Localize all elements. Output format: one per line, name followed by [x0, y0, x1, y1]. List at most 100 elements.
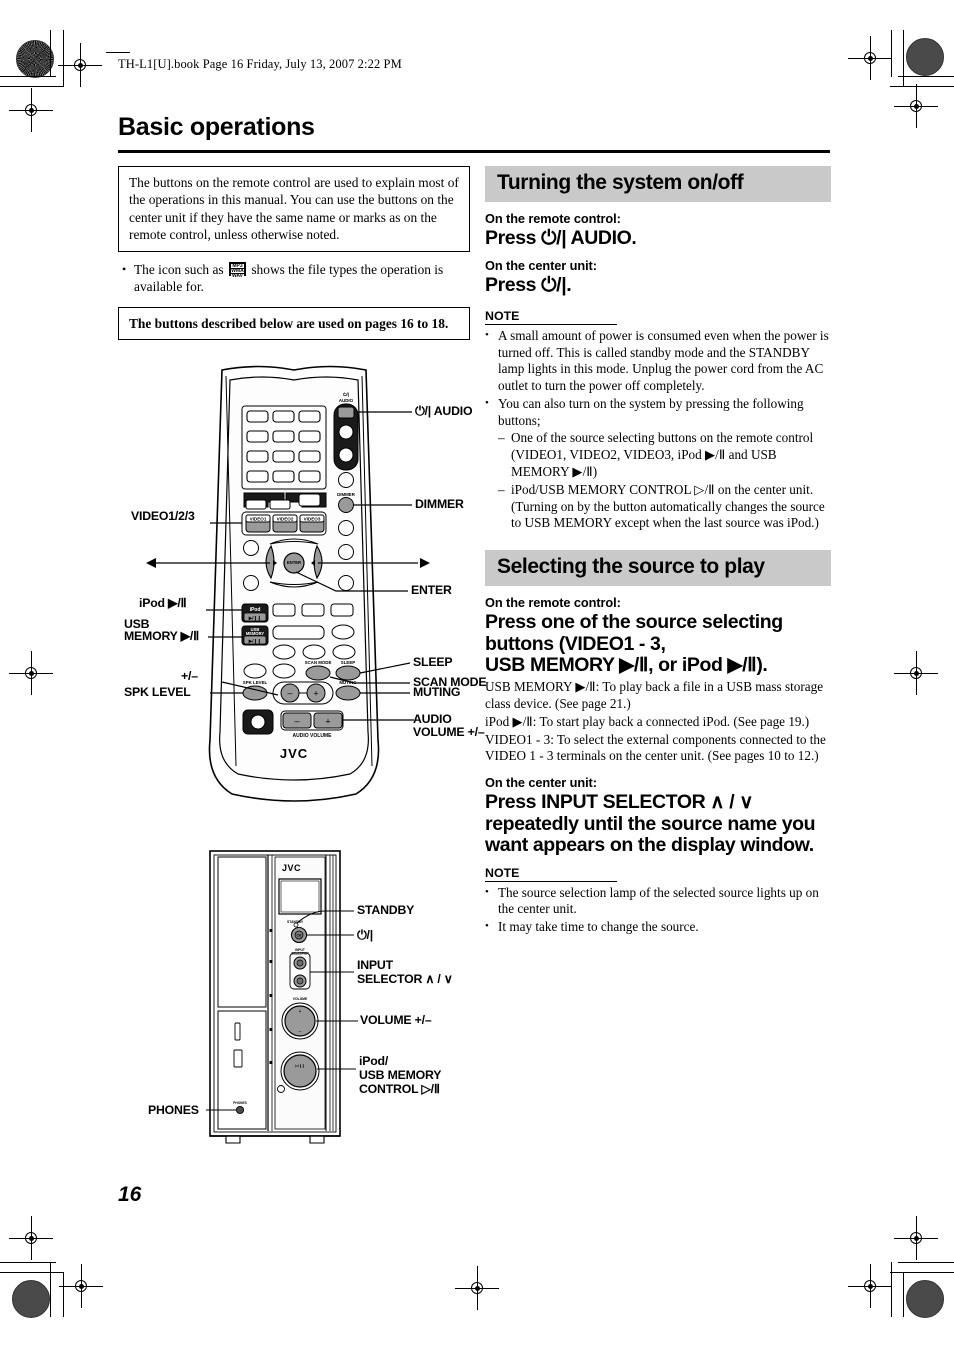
callout-phones: PHONES	[148, 1103, 199, 1117]
callout-power-audio: ⏻/| AUDIO	[415, 404, 473, 418]
note-list-2: • The source selection lamp of the selec…	[485, 885, 831, 936]
note-list-1: • A small amount of power is consumed ev…	[485, 328, 831, 532]
svg-text:PHONES: PHONES	[233, 1101, 246, 1105]
note-item: • You can also turn on the system by pre…	[485, 396, 831, 532]
bullet-glyph: •	[485, 328, 489, 341]
crop-line	[898, 76, 954, 77]
note-subitem: – One of the source selecting buttons on…	[498, 430, 831, 480]
svg-text:SCAN MODE: SCAN MODE	[305, 660, 332, 665]
callout-sleep: SLEEP	[413, 655, 453, 669]
registration-mark	[9, 651, 53, 695]
crop-line	[0, 76, 56, 77]
running-head: TH-L1[U].book Page 16 Friday, July 13, 2…	[106, 52, 402, 72]
intro-box: The buttons on the remote control are us…	[118, 166, 470, 252]
body-ipod: iPod ▶/Ⅱ: To start play back a connected…	[485, 713, 810, 729]
right-column: Turning the system on/off On the remote …	[485, 166, 831, 936]
crop-line	[50, 30, 51, 77]
density-patch-top-right	[906, 38, 944, 76]
note-divider-2	[485, 880, 617, 882]
crop-line	[903, 1272, 904, 1317]
crop-line	[898, 1262, 954, 1263]
instruction-input-selector-line2: repeatedly until the source name you	[485, 812, 816, 835]
note-item: • It may take time to change the source.	[485, 919, 831, 936]
svg-text:+: +	[313, 689, 318, 699]
registration-mark	[894, 84, 938, 128]
note-text: The source selection lamp of the selecte…	[498, 884, 819, 917]
callout-control: CONTROL ▷/Ⅱ	[359, 1082, 440, 1096]
svg-text:AUDIO: AUDIO	[339, 398, 354, 403]
crop-line	[50, 1262, 51, 1317]
icon-line-wav: WAV	[230, 272, 245, 279]
density-patch-bottom-right	[906, 1280, 944, 1318]
density-patch-bottom-left	[12, 1280, 50, 1318]
callout-volume: VOLUME +/–	[360, 1013, 432, 1027]
body-usb-memory: USB MEMORY ▶/Ⅱ: To play back a file in a…	[485, 679, 824, 712]
instruction-press-power: Press ⏻/|.	[485, 274, 572, 297]
registration-mark	[59, 1264, 103, 1308]
pages-note-box: The buttons described below are used on …	[118, 306, 470, 340]
crop-line	[0, 86, 64, 87]
crop-line	[890, 1272, 954, 1273]
page-title: Basic operations	[118, 113, 315, 141]
svg-text:VIDEO2: VIDEO2	[277, 517, 294, 522]
running-head-text: TH-L1[U].book Page 16 Friday, July 13, 2…	[118, 57, 402, 71]
svg-text:+: +	[325, 717, 330, 727]
bullet-glyph: •	[122, 261, 127, 276]
svg-text:▷/❙❙: ▷/❙❙	[294, 1064, 304, 1068]
bullet-glyph: •	[485, 920, 489, 933]
svg-text:MEMORY: MEMORY	[246, 631, 265, 636]
svg-text:⏻/|: ⏻/|	[297, 933, 302, 937]
crop-line	[903, 30, 904, 87]
section-heading-selecting-source: Selecting the source to play	[485, 550, 831, 587]
instruction-press-audio: Press ⏻/| AUDIO.	[485, 227, 637, 249]
instruction-input-selector-line1: Press INPUT SELECTOR ∧ / ∨	[485, 791, 754, 814]
svg-text:JVC: JVC	[282, 863, 301, 873]
callout-volume-plus-minus: VOLUME +/–	[413, 725, 485, 739]
instruction-input-selector-line3: want appears on the display window.	[485, 834, 814, 857]
svg-text:SELECTOR: SELECTOR	[291, 952, 309, 956]
manual-page: TH-L1[U].book Page 16 Friday, July 13, 2…	[0, 0, 954, 1351]
svg-text:iPod: iPod	[250, 607, 261, 613]
svg-text:–: –	[294, 716, 299, 726]
bullet-text-before: The icon such as	[134, 261, 224, 277]
label-on-remote-control-2: On the remote control:	[485, 595, 621, 611]
svg-text:VIDEO1: VIDEO1	[250, 517, 267, 522]
note-text: A small amount of power is consumed even…	[498, 327, 829, 394]
callout-standby: STANDBY	[357, 903, 415, 917]
registration-mark	[58, 43, 102, 87]
bullet-glyph: •	[485, 396, 489, 409]
note-item: • The source selection lamp of the selec…	[485, 885, 831, 919]
note-subitem: – iPod/USB MEMORY CONTROL ▷/Ⅱ on the cen…	[498, 482, 831, 532]
note-label-2: NOTE	[485, 865, 520, 880]
registration-mark	[894, 1216, 938, 1260]
svg-text:STANDBY: STANDBY	[287, 920, 304, 924]
section-heading-turning-on-off: Turning the system on/off	[485, 166, 831, 202]
bullet-glyph: •	[485, 885, 489, 898]
registration-mark	[848, 1264, 892, 1308]
callout-audio: AUDIO	[413, 712, 452, 726]
callout-plus-minus: +/–	[181, 669, 198, 683]
crop-line	[890, 86, 954, 87]
body-video: VIDEO1 - 3: To select the external compo…	[485, 731, 826, 764]
crop-line	[891, 1262, 892, 1317]
center-unit-diagram: JVC STANDBY ⏻/| INPUT SELECTOR VOLUME + …	[140, 843, 480, 1163]
callout-dimmer: DIMMER	[415, 497, 464, 511]
crop-line	[891, 30, 892, 77]
svg-text:+: +	[299, 1009, 302, 1015]
crop-line	[63, 30, 64, 87]
page-number: 16	[118, 1183, 142, 1206]
label-on-center-unit-2: On the center unit:	[485, 775, 597, 791]
callout-usb-memory-playpause: MEMORY ▶/Ⅱ	[124, 629, 199, 643]
svg-text:SPK LEVEL: SPK LEVEL	[243, 680, 268, 685]
instruction-press-source-line1: Press one of the source selecting	[485, 611, 783, 634]
remote-control-diagram: VIDEO1 VIDEO2 VIDEO3 ⏻/| AUDIO DIMMER EN…	[118, 360, 487, 820]
note-sublist: – One of the source selecting buttons on…	[498, 430, 831, 532]
callout-input: INPUT	[357, 958, 393, 972]
crop-line	[0, 1272, 64, 1273]
note-subtext: One of the source selecting buttons on t…	[511, 430, 814, 479]
callout-video123: VIDEO1/2/3	[131, 509, 195, 523]
label-on-remote-control-1: On the remote control:	[485, 211, 621, 226]
note-text: It may take time to change the source.	[498, 919, 699, 935]
crop-line	[0, 1262, 56, 1263]
file-type-bullet: • The icon such as MP3 WMA WAV shows the f…	[118, 261, 470, 296]
